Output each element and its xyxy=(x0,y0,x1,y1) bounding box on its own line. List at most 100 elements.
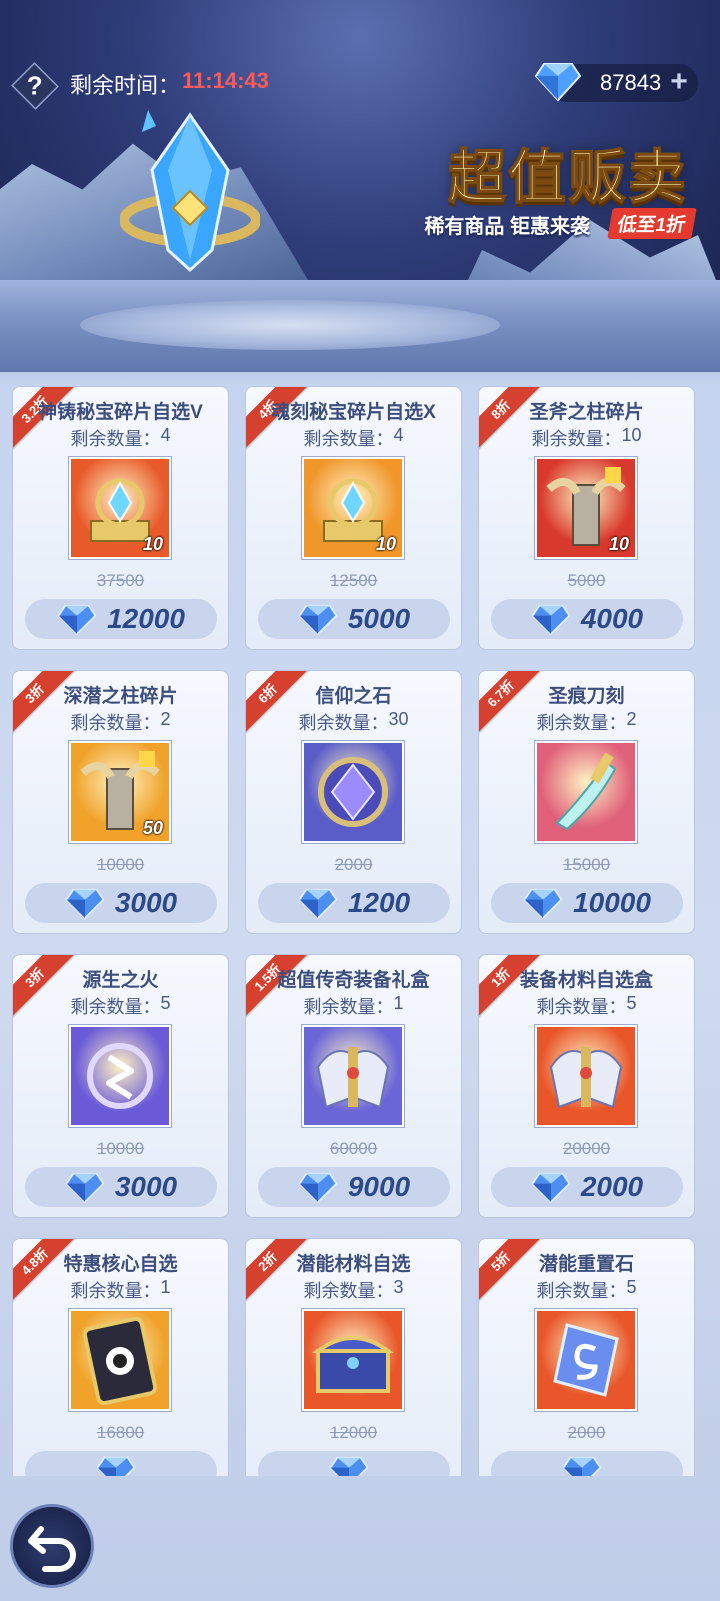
gem-icon xyxy=(531,604,571,636)
item-thumbnail[interactable]: 10 xyxy=(302,457,404,559)
stock-value: 1 xyxy=(393,993,404,1013)
item-thumbnail[interactable]: 10 xyxy=(69,457,171,559)
item-stock: 剩余数量： 4 xyxy=(246,425,461,451)
item-price: 5000 xyxy=(347,603,411,634)
buy-button[interactable]: 1200 xyxy=(258,883,450,923)
buy-button[interactable] xyxy=(258,1451,450,1476)
item-stock: 剩余数量： 3 xyxy=(246,1277,461,1303)
gem-icon xyxy=(562,1456,602,1476)
item-thumbnail[interactable] xyxy=(535,1309,637,1411)
stock-value: 10 xyxy=(621,425,642,445)
shop-item-card-8[interactable]: 1.5折 超值传奇装备礼盒 剩余数量： 1 60000 9000 xyxy=(245,954,462,1218)
item-quantity: 10 xyxy=(375,534,396,554)
item-price: 3000 xyxy=(114,887,178,918)
add-currency-button[interactable]: + xyxy=(666,67,692,97)
shop-item-card-9[interactable]: 1折 装备材料自选盒 剩余数量： 5 20000 2000 xyxy=(478,954,695,1218)
stock-value: 4 xyxy=(393,425,404,445)
shop-item-card-4[interactable]: 3折 深潜之柱碎片 剩余数量： 2 50 10000 3000 xyxy=(12,670,229,934)
shop-item-card-7[interactable]: 3折 源生之火 剩余数量： 5 10000 3000 xyxy=(12,954,229,1218)
buy-button[interactable]: 12000 xyxy=(25,599,217,639)
gem-icon xyxy=(298,604,338,636)
shop-item-card-6[interactable]: 6.7折 圣痕刀刻 剩余数量： 2 15000 10000 xyxy=(478,670,695,934)
buy-button[interactable] xyxy=(491,1451,683,1476)
item-name: 圣斧之柱碎片 xyxy=(529,402,644,423)
item-thumbnail[interactable] xyxy=(302,1309,404,1411)
gem-icon xyxy=(65,1172,105,1204)
gem-icon xyxy=(523,888,563,920)
buy-button[interactable]: 4000 xyxy=(491,599,683,639)
faith-stone-icon xyxy=(318,757,388,827)
item-thumbnail[interactable] xyxy=(302,741,404,843)
stock-label: 剩余数量： xyxy=(70,997,161,1017)
item-thumbnail[interactable] xyxy=(69,1025,171,1127)
shop-item-card-1[interactable]: 3.2折 神铸秘宝碎片自选V 剩余数量： 4 10 37500 12000 xyxy=(12,386,229,650)
shop-item-card-12[interactable]: 5折 潜能重置石 剩余数量： 5 2000 xyxy=(478,1238,695,1476)
buy-button[interactable]: 3000 xyxy=(25,1167,217,1207)
armor-icon xyxy=(316,1047,390,1109)
item-thumbnail[interactable] xyxy=(535,1025,637,1127)
promo-banner: ? 剩余时间： 11:14:43 87843 + 超值贩卖 稀有商品 钜惠来袭 … xyxy=(0,0,720,372)
help-button[interactable]: ? xyxy=(11,62,59,110)
buy-button[interactable]: 5000 xyxy=(258,599,450,639)
item-quantity: 50 xyxy=(142,818,163,838)
item-price: 9000 xyxy=(347,1171,411,1202)
item-thumbnail[interactable]: 10 xyxy=(535,457,637,559)
item-stock: 剩余数量： 5 xyxy=(479,993,694,1019)
stock-value: 5 xyxy=(626,993,637,1013)
item-stock: 剩余数量： 1 xyxy=(13,1277,228,1303)
buy-button[interactable]: 9000 xyxy=(258,1167,450,1207)
item-thumbnail[interactable] xyxy=(302,1025,404,1127)
item-thumbnail[interactable]: 50 xyxy=(69,741,171,843)
core-card-icon xyxy=(82,1316,158,1406)
armor-icon xyxy=(549,1047,623,1109)
stock-value: 3 xyxy=(393,1277,404,1297)
original-price: 5000 xyxy=(567,571,606,590)
item-name: 潜能材料自选 xyxy=(296,1254,411,1275)
currency-bar: 87843 + xyxy=(534,63,698,102)
item-stock: 剩余数量： 1 xyxy=(246,993,461,1019)
item-name: 神铸秘宝碎片自选V xyxy=(38,402,203,423)
buy-button[interactable]: 2000 xyxy=(491,1167,683,1207)
shop-item-card-10[interactable]: 4.8折 特惠核心自选 剩余数量： 1 16800 xyxy=(12,1238,229,1476)
item-quantity: 10 xyxy=(142,534,163,554)
item-name: 超值传奇装备礼盒 xyxy=(277,970,430,991)
item-price: 4000 xyxy=(580,603,644,634)
original-price: 15000 xyxy=(562,855,611,874)
item-stock: 剩余数量： 30 xyxy=(246,709,461,735)
chest-icon xyxy=(311,1336,395,1393)
buy-button[interactable]: 3000 xyxy=(25,883,217,923)
shop-item-card-3[interactable]: 8折 圣斧之柱碎片 剩余数量： 10 10 5000 4000 xyxy=(478,386,695,650)
back-button[interactable] xyxy=(10,1504,94,1588)
gem-icon xyxy=(298,888,338,920)
gem-icon xyxy=(531,1172,571,1204)
banner-platform xyxy=(80,300,500,350)
original-price: 10000 xyxy=(96,855,145,874)
item-price: 1200 xyxy=(347,887,411,918)
crystal-crown-icon xyxy=(120,110,260,273)
shop-item-card-11[interactable]: 2折 潜能材料自选 剩余数量： 3 12000 xyxy=(245,1238,462,1476)
item-thumbnail[interactable] xyxy=(69,1309,171,1411)
timer-label: 剩余时间： xyxy=(70,73,181,98)
buy-button[interactable] xyxy=(25,1451,217,1476)
item-name: 特惠核心自选 xyxy=(63,1254,178,1275)
stock-label: 剩余数量： xyxy=(70,713,161,733)
buy-button[interactable]: 10000 xyxy=(491,883,683,923)
item-name: 圣痕刀刻 xyxy=(548,686,625,707)
stock-value: 5 xyxy=(160,993,171,1013)
countdown-timer: 剩余时间： 11:14:43 xyxy=(70,68,269,100)
shop-item-card-5[interactable]: 6折 信仰之石 剩余数量： 30 2000 1200 xyxy=(245,670,462,934)
item-price: 3000 xyxy=(114,1171,178,1202)
stock-label: 剩余数量： xyxy=(531,429,622,449)
item-stock: 剩余数量： 5 xyxy=(479,1277,694,1303)
item-stock: 剩余数量： 4 xyxy=(13,425,228,451)
shop-item-card-2[interactable]: 4折 魂刻秘宝碎片自选X 剩余数量： 4 10 12500 5000 xyxy=(245,386,462,650)
stock-value: 5 xyxy=(626,1277,637,1297)
original-price: 60000 xyxy=(329,1139,378,1158)
item-thumbnail[interactable] xyxy=(535,741,637,843)
item-quantity: 10 xyxy=(608,534,629,554)
item-price: 2000 xyxy=(580,1171,644,1202)
timer-value: 11:14:43 xyxy=(182,68,269,93)
shop-item-grid: 3.2折 神铸秘宝碎片自选V 剩余数量： 4 10 37500 12000 4折… xyxy=(12,386,708,1476)
original-price: 16800 xyxy=(96,1423,145,1442)
stock-label: 剩余数量： xyxy=(536,1281,627,1301)
